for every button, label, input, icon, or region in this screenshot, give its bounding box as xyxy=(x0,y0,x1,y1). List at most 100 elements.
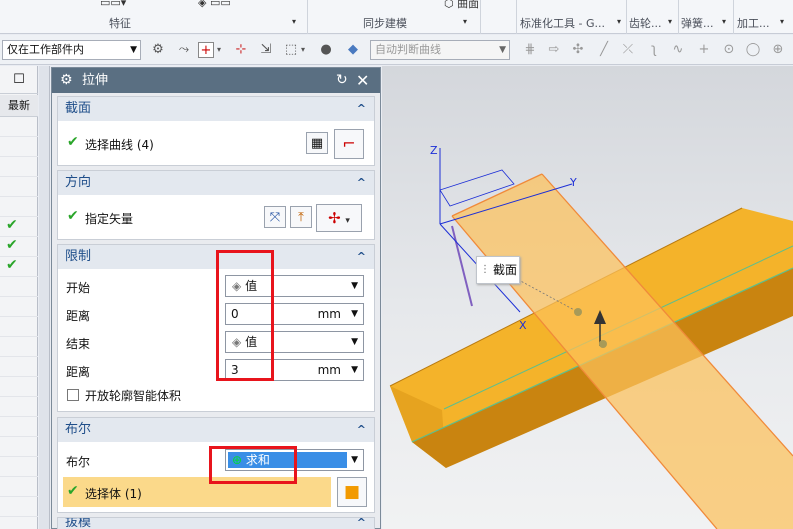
section-header-profile[interactable]: 截面 ^ xyxy=(58,97,374,121)
ribbon-group-sync-modeling: 同步建模 xyxy=(363,17,407,30)
axis-z-label: Z xyxy=(430,144,438,157)
handle-point[interactable] xyxy=(574,308,582,316)
dialog-title-bar[interactable]: ⚙ 拉伸 ↻ ✕ xyxy=(52,68,380,93)
chevron-down-icon[interactable]: ▾ xyxy=(214,42,224,58)
chevron-down-icon[interactable]: ▾ xyxy=(668,17,672,26)
ribbon-separator xyxy=(307,0,308,34)
curve-rule-select[interactable]: 自动判断曲线 ▼ xyxy=(370,40,510,60)
curve-select-icon[interactable]: ⌐ xyxy=(334,129,364,159)
snap-wave-icon[interactable]: ∿ xyxy=(670,42,686,58)
list-item xyxy=(0,397,38,417)
chevron-down-icon[interactable]: ▾ xyxy=(463,17,467,26)
snap-cross-icon[interactable]: ⤫ xyxy=(620,42,636,58)
solid-body-icon[interactable]: ■ xyxy=(337,477,367,507)
section-draft-partial: 拔模 ^ xyxy=(57,517,375,529)
list-item: ✔ xyxy=(0,217,38,237)
boolean-label: 布尔 xyxy=(66,455,91,469)
list-item xyxy=(0,277,38,297)
part-navigator: ☐ 最新 ✔ ✔ ✔ xyxy=(0,66,38,529)
open-profile-checkbox[interactable] xyxy=(67,389,79,401)
list-item: ✔ xyxy=(0,257,38,277)
list-item xyxy=(0,437,38,457)
deselect-icon[interactable]: ⇲ xyxy=(258,42,274,58)
check-icon: ✔ xyxy=(67,134,79,150)
select-body-label: 选择体 (1) xyxy=(85,487,142,501)
chevron-down-icon[interactable]: ▾ xyxy=(617,17,621,26)
section-header-draft[interactable]: 拔模 ^ xyxy=(58,518,374,529)
vector-dialog-icon[interactable]: ⤒ xyxy=(290,206,312,228)
ribbon-group-machining: 加工... xyxy=(737,17,770,30)
check-icon: ✔ xyxy=(6,217,18,233)
section-header-direction[interactable]: 方向 ^ xyxy=(58,171,374,195)
list-item xyxy=(0,337,38,357)
chevron-down-icon: ▼ xyxy=(351,309,358,319)
snap-center-icon[interactable]: ⊙ xyxy=(721,42,737,58)
selection-scope-select[interactable]: 仅在工作部件内 ▼ xyxy=(2,40,141,60)
check-icon: ✔ xyxy=(67,483,79,499)
snap-curve-icon[interactable]: ʅ xyxy=(646,42,662,58)
distance-handle[interactable] xyxy=(599,340,607,348)
collapse-caret-icon[interactable]: ^ xyxy=(357,518,366,529)
reset-icon[interactable]: ↻ xyxy=(336,68,348,93)
snap-quadrant-icon[interactable]: ◯ xyxy=(745,42,761,58)
navigator-scroll-strip[interactable] xyxy=(39,66,50,529)
end-label: 结束 xyxy=(66,337,91,351)
chevron-down-icon[interactable]: ▾ xyxy=(298,42,308,58)
column-header-latest[interactable]: 最新 xyxy=(0,95,38,117)
selection-scope-value: 仅在工作部件内 xyxy=(7,43,84,56)
unit-label: mm xyxy=(317,307,341,321)
chevron-down-icon: ▼ xyxy=(351,455,358,465)
cube-icon[interactable]: ◆ xyxy=(345,42,361,58)
snap-tangent-icon[interactable]: ⊕ xyxy=(770,42,786,58)
ribbon-group-gear: 齿轮... xyxy=(629,17,662,30)
ribbon-group-spring: 弹簧... xyxy=(681,17,714,30)
section-title: 方向 xyxy=(65,175,92,190)
point-filter-icon[interactable]: + xyxy=(198,42,214,58)
snap-point-icon[interactable]: + xyxy=(696,42,712,58)
graphics-viewport[interactable]: Z Y X ⋮ 截面 xyxy=(382,66,793,529)
camera-icon[interactable]: ● xyxy=(318,42,334,58)
reverse-direction-icon[interactable]: ⤧ xyxy=(264,206,286,228)
vector-type-dropdown[interactable]: ✢ ▾ xyxy=(316,204,362,232)
section-header-boolean[interactable]: 布尔 ^ xyxy=(58,418,374,442)
snap-line-icon[interactable]: ╱ xyxy=(596,42,612,58)
section-title: 截面 xyxy=(65,101,92,116)
close-icon[interactable]: ✕ xyxy=(356,68,369,93)
list-item xyxy=(0,177,38,197)
snap-arrow-icon[interactable]: ⇨ xyxy=(546,42,562,58)
chevron-down-icon[interactable]: ▾ xyxy=(292,17,296,26)
ribbon-partial-button-3[interactable]: ⬡ 曲面 xyxy=(444,0,479,11)
maximize-icon[interactable]: ☐ xyxy=(0,66,38,94)
collapse-caret-icon[interactable]: ^ xyxy=(357,97,366,121)
check-icon: ✔ xyxy=(6,237,18,253)
list-item: ✔ xyxy=(0,237,38,257)
snap-settings-icon[interactable]: ⚙ xyxy=(150,42,166,58)
list-item xyxy=(0,357,38,377)
gear-icon[interactable]: ⚙ xyxy=(60,68,73,93)
model-view[interactable]: Z Y X xyxy=(382,66,793,529)
ribbon-partial-button-2[interactable]: ◈ ▭▭ xyxy=(198,0,231,9)
rectangle-select-icon[interactable]: ⬚ xyxy=(283,42,299,58)
chevron-down-icon: ▼ xyxy=(351,281,358,291)
annotation-highlight xyxy=(216,250,274,381)
ribbon-group-standard-tools: 标准化工具 - G... xyxy=(520,17,605,30)
chevron-down-icon[interactable]: ▾ xyxy=(780,17,784,26)
snap-network-icon[interactable]: ✣ xyxy=(570,42,586,58)
specify-vector-label[interactable]: 指定矢量 xyxy=(85,210,133,227)
ribbon-separator xyxy=(480,0,481,34)
ribbon-group-feature: 特征 xyxy=(109,17,131,30)
snap-intersect-icon[interactable]: ⋕ xyxy=(522,42,538,58)
sketch-section-icon[interactable]: ▦ xyxy=(306,132,328,154)
collapse-caret-icon[interactable]: ^ xyxy=(357,418,366,442)
filter-icon[interactable]: ⤳ xyxy=(176,42,192,58)
list-item xyxy=(0,197,38,217)
crosshair-icon[interactable]: ⊹ xyxy=(233,42,249,58)
ribbon-separator xyxy=(678,0,679,34)
collapse-caret-icon[interactable]: ^ xyxy=(357,245,366,269)
select-curve-label[interactable]: 选择曲线 (4) xyxy=(85,136,154,153)
drag-grip-icon[interactable]: ⋮ xyxy=(480,257,490,283)
chevron-down-icon[interactable]: ▾ xyxy=(722,17,726,26)
ribbon-partial-button[interactable]: ▭▭▾ xyxy=(100,0,126,9)
collapse-caret-icon[interactable]: ^ xyxy=(357,171,366,195)
section-tooltip: ⋮ 截面 xyxy=(476,256,520,284)
